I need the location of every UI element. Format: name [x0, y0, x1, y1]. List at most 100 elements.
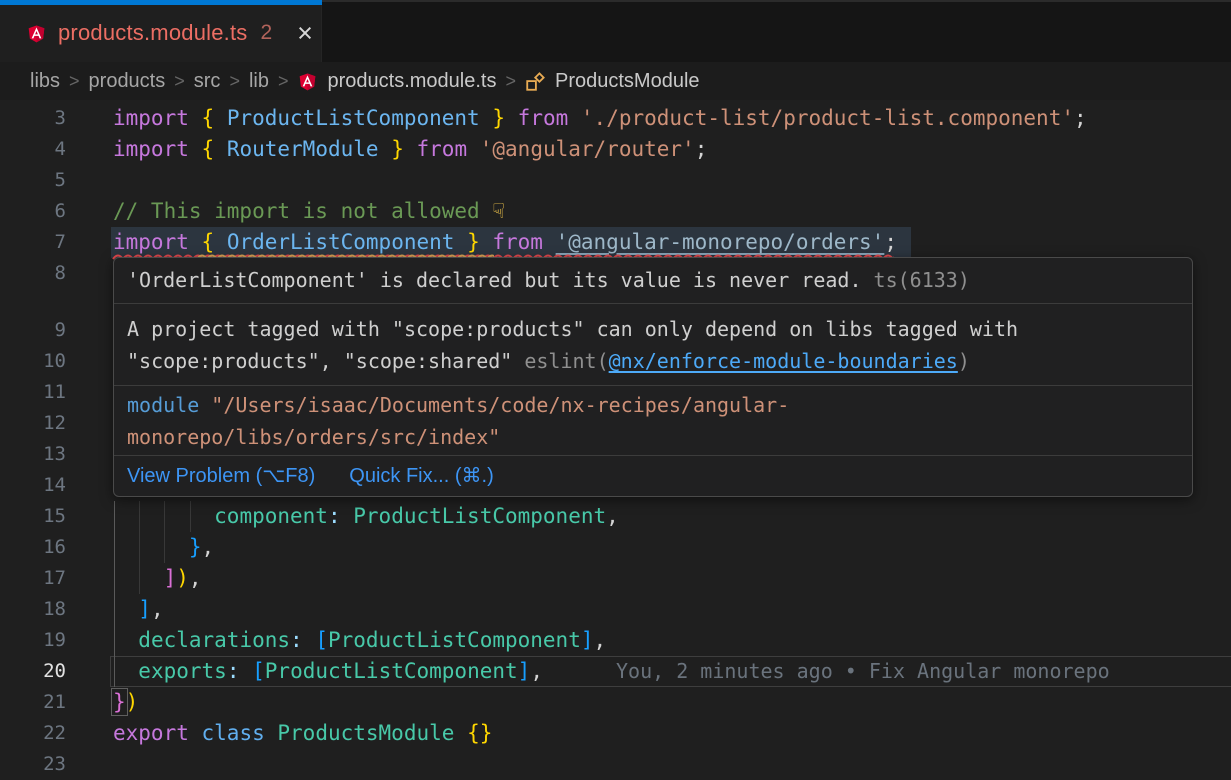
line-number: 16	[0, 532, 66, 563]
git-blame-annotation: You, 2 minutes ago • Fix Angular monorep…	[616, 656, 1110, 687]
module-keyword: module	[127, 393, 199, 417]
line-number: 12	[0, 408, 66, 439]
token	[189, 721, 202, 745]
token: ProductListComponent	[328, 628, 581, 652]
token: ,	[202, 535, 215, 559]
code-editor[interactable]: 3 import { ProductListComponent } from '.…	[0, 100, 1231, 780]
tab-problems-badge: 2	[260, 21, 272, 45]
breadcrumb-separator: >	[69, 71, 80, 92]
token	[568, 106, 581, 130]
breadcrumb-item-libs[interactable]: libs	[30, 70, 60, 93]
code-line-19[interactable]: 19 declarations: [ProductListComponent],	[0, 625, 1231, 656]
tab-bar: products.module.ts 2 ×	[0, 0, 1231, 62]
code-text: ]),	[113, 563, 202, 594]
token	[189, 106, 202, 130]
line-number: 9	[0, 315, 66, 346]
line-number: 21	[0, 687, 66, 718]
active-tab-indicator	[0, 0, 322, 5]
tab-products-module[interactable]: products.module.ts 2 ×	[0, 2, 322, 64]
token: ProductListComponent	[353, 504, 606, 528]
token	[454, 721, 467, 745]
line-number: 19	[0, 625, 66, 656]
code-line-5[interactable]: 5	[0, 165, 1231, 196]
breadcrumb-item-lib[interactable]: lib	[249, 70, 269, 93]
hover-section-2: A project tagged with "scope:products" c…	[114, 304, 1192, 386]
code-text: import { ProductListComponent } from './…	[113, 103, 1087, 134]
breadcrumb-separator: >	[505, 71, 516, 92]
line-number: 22	[0, 718, 66, 749]
code-line-4[interactable]: 4import { RouterModule } from '@angular/…	[0, 134, 1231, 165]
tab-title: products.module.ts	[58, 20, 247, 46]
code-text: declarations: [ProductListComponent],	[113, 625, 606, 656]
token: component	[214, 504, 328, 528]
line-number: 13	[0, 439, 66, 470]
token	[480, 106, 493, 130]
view-problem-button[interactable]: View Problem (⌥F8)	[127, 463, 315, 488]
token: ]	[138, 597, 151, 621]
hover-section-3: module "/Users/isaac/Documents/code/nx-r…	[114, 386, 1192, 456]
diagnostic-source: ts(6133)	[862, 268, 970, 292]
token: }	[391, 137, 404, 161]
token: ,	[606, 504, 619, 528]
token: }	[113, 690, 126, 714]
code-line-3[interactable]: 3 import { ProductListComponent } from '.…	[0, 103, 1231, 134]
token: export	[113, 721, 189, 745]
code-line-20[interactable]: 20 exports: [ProductListComponent],You, …	[0, 656, 1231, 687]
code-line-16[interactable]: 16 },	[0, 532, 1231, 563]
token: [	[315, 628, 328, 652]
line-number: 6	[0, 196, 66, 227]
token: }	[492, 106, 505, 130]
breadcrumb-separator: >	[278, 71, 289, 92]
code-text: import { RouterModule } from '@angular/r…	[113, 134, 707, 165]
hover-actions-bar: View Problem (⌥F8) Quick Fix... (⌘.)	[114, 456, 1192, 496]
token	[404, 137, 417, 161]
token	[113, 535, 189, 559]
line-number: 3	[0, 103, 66, 134]
breadcrumb: libs > products > src > lib > products.module.ts…	[0, 62, 1231, 100]
line-number: 10	[0, 346, 66, 377]
token	[113, 597, 138, 621]
token: }	[189, 535, 202, 559]
code-line-17[interactable]: 17 ]),	[0, 563, 1231, 594]
token: ,	[151, 597, 164, 621]
code-text: ],	[113, 594, 164, 625]
line-number: 18	[0, 594, 66, 625]
code-line-18[interactable]: 18 ],	[0, 594, 1231, 625]
code-text: })	[113, 687, 138, 718]
module-path: "/Users/isaac/Documents/code/nx-recipes/…	[127, 393, 789, 449]
token: {}	[467, 721, 492, 745]
token: :	[290, 628, 303, 652]
token: from	[518, 106, 569, 130]
code-line-6[interactable]: 6// This import is not allowed ☟	[0, 196, 1231, 227]
quick-fix-button[interactable]: Quick Fix... (⌘.)	[349, 463, 493, 488]
code-line-15[interactable]: 15 component: ProductListComponent,	[0, 501, 1231, 532]
breadcrumb-separator: >	[229, 71, 240, 92]
code-line-22[interactable]: 22export class ProductsModule {}	[0, 718, 1231, 749]
code-line-23[interactable]: 23	[0, 749, 1231, 780]
breadcrumb-item-src[interactable]: src	[194, 70, 221, 93]
token: ,	[530, 659, 543, 683]
line-number: 11	[0, 377, 66, 408]
diagnostic-source: )	[958, 349, 970, 373]
token: class	[202, 721, 265, 745]
code-line-21[interactable]: 21})	[0, 687, 1231, 718]
rule-link[interactable]: @nx/enforce-module-boundaries	[609, 349, 958, 373]
token	[379, 137, 392, 161]
token	[214, 137, 227, 161]
token	[113, 628, 138, 652]
breadcrumb-item-symbol[interactable]: ProductsModule	[555, 70, 700, 93]
token	[265, 721, 278, 745]
token	[239, 659, 252, 683]
indent-guide	[114, 501, 115, 687]
token: [	[252, 659, 265, 683]
token	[189, 137, 202, 161]
breadcrumb-item-products[interactable]: products	[89, 70, 166, 93]
close-icon[interactable]: ×	[297, 20, 313, 47]
token: ]	[518, 659, 531, 683]
line-number: 8	[0, 258, 66, 289]
token: import	[113, 137, 189, 161]
breadcrumb-item-file[interactable]: products.module.ts	[327, 70, 496, 93]
token: import	[113, 106, 189, 130]
angular-icon	[26, 23, 47, 44]
token: )	[176, 566, 189, 590]
